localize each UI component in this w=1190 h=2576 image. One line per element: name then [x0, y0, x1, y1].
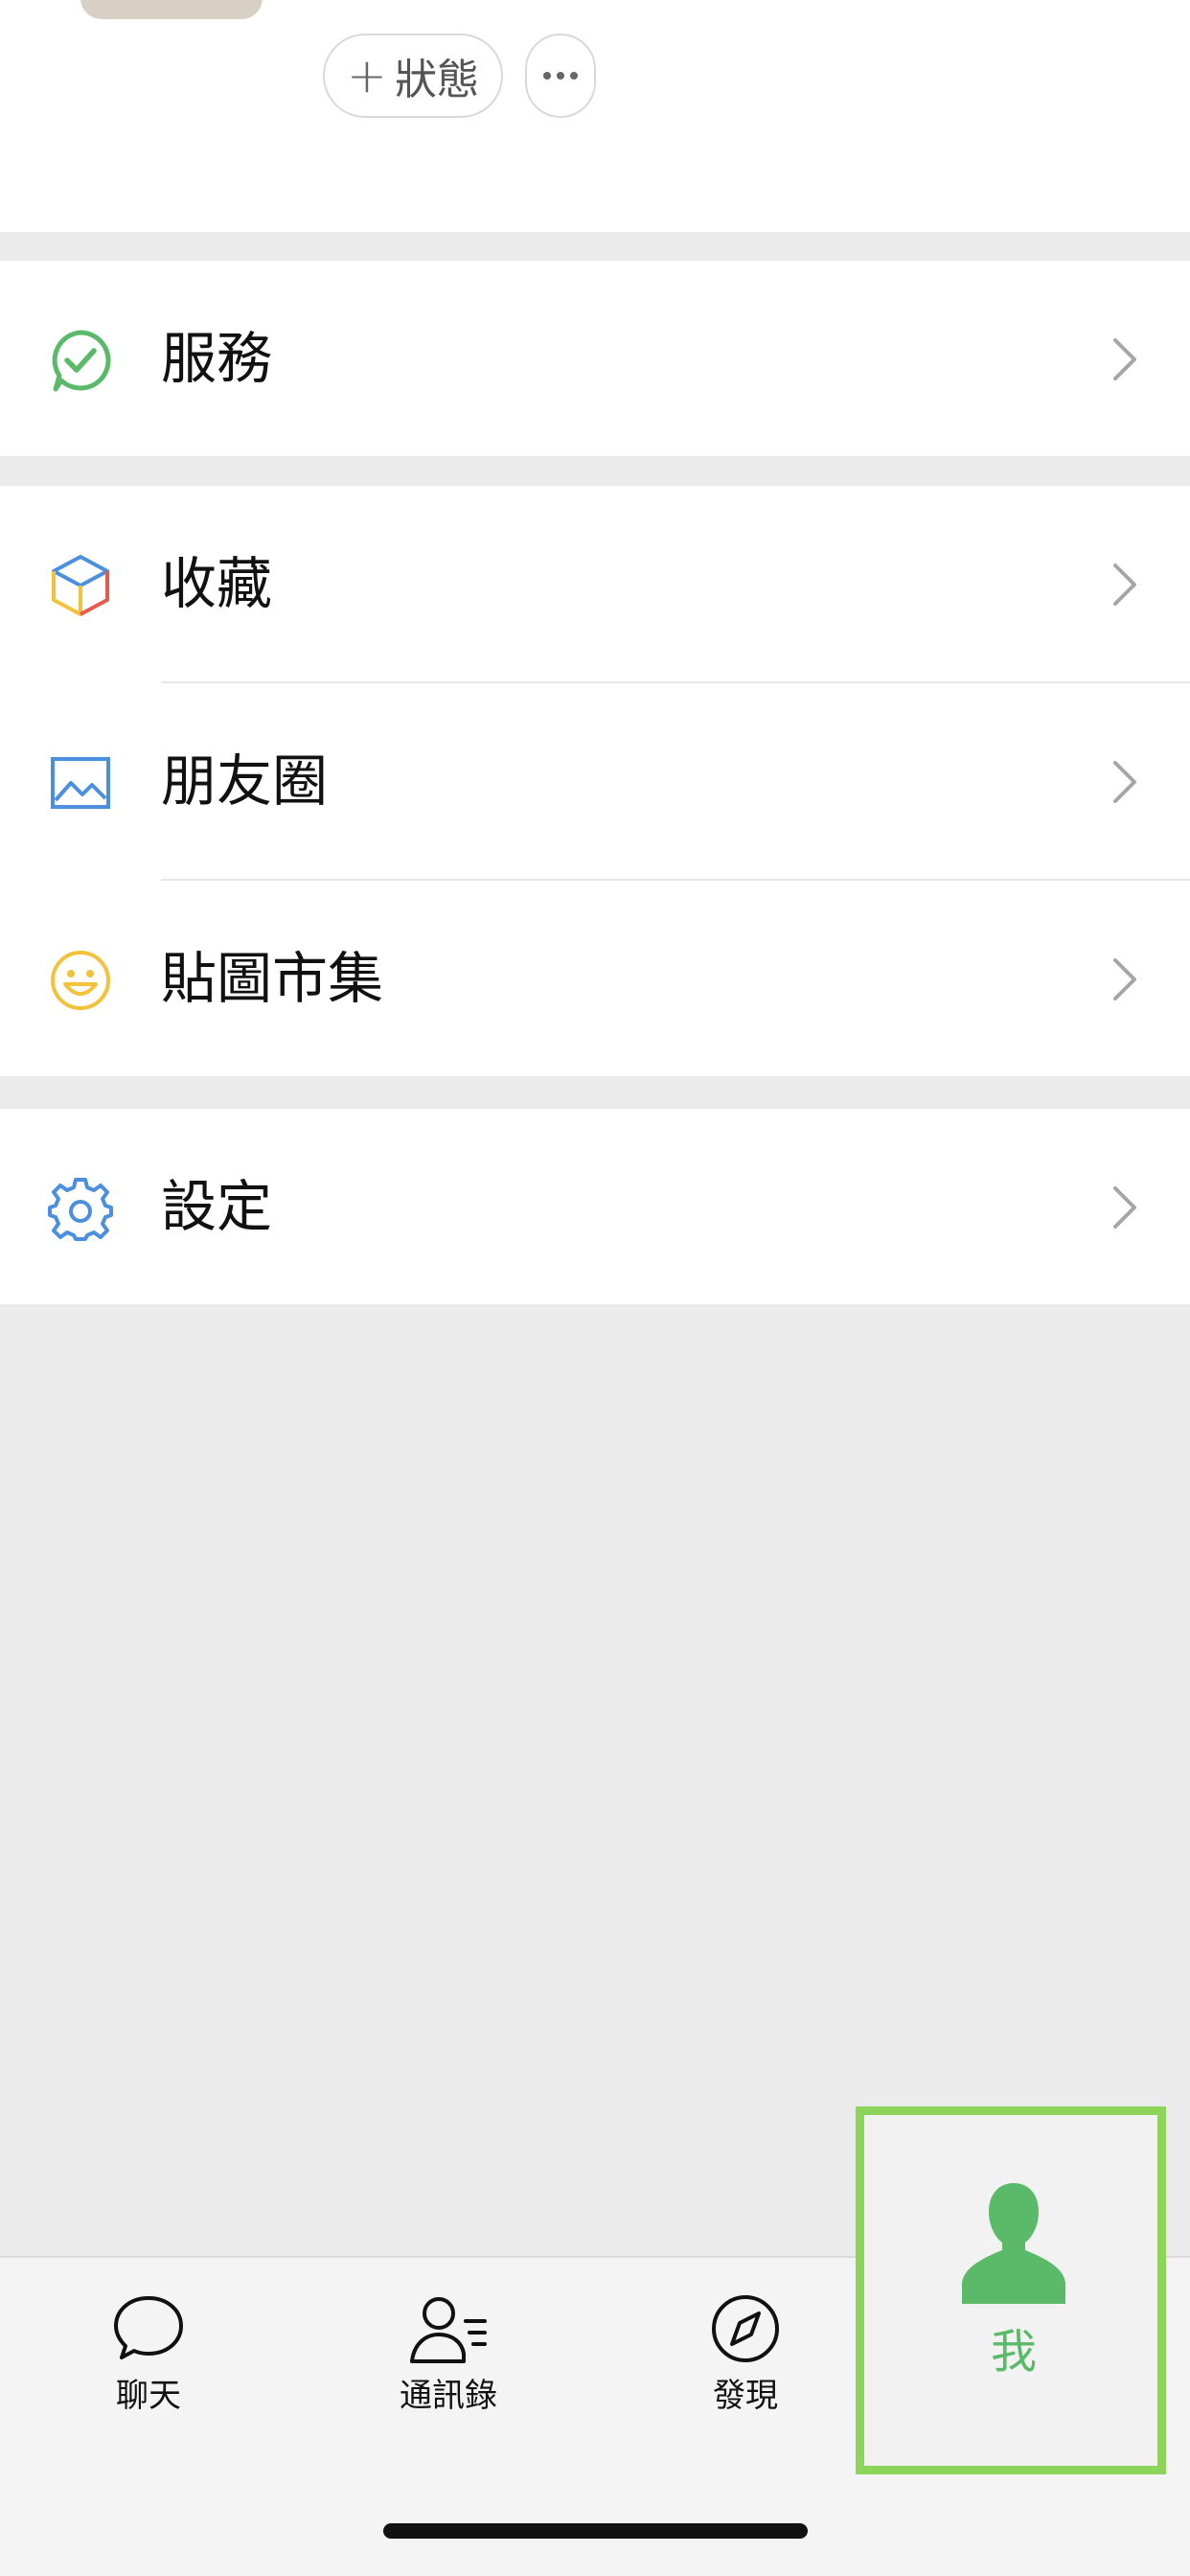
- tab-me[interactable]: 我: [942, 2175, 1086, 2380]
- image-icon: [51, 757, 110, 809]
- menu-item-favorites[interactable]: 收藏: [0, 486, 1190, 681]
- chevron-right-icon: [1113, 958, 1136, 1000]
- menu-item-settings[interactable]: 設定: [0, 1109, 1190, 1304]
- menu-item-label: 朋友圈: [161, 748, 329, 814]
- chevron-right-icon: [1113, 338, 1136, 380]
- ellipsis-dot: [557, 72, 564, 80]
- cube-icon: [52, 555, 109, 616]
- chat-bubble-icon: [114, 2296, 183, 2359]
- menu-item-stickers[interactable]: 貼圖市集: [0, 881, 1190, 1076]
- ellipsis-dot: [570, 72, 578, 80]
- menu-group-content: 收藏 朋友圈 貼圖市集: [0, 486, 1190, 1076]
- plus-icon: +: [347, 48, 387, 104]
- tab-label: 聊天: [116, 2377, 181, 2415]
- home-indicator: [383, 2523, 808, 2539]
- wechat-pay-check-icon: [52, 330, 111, 392]
- tab-label: 發現: [713, 2377, 778, 2415]
- chevron-right-icon: [1113, 761, 1136, 803]
- tab-contacts[interactable]: 通訊錄: [388, 2292, 509, 2416]
- menu-item-services[interactable]: 服務: [0, 261, 1190, 456]
- chevron-right-icon: [1113, 1186, 1136, 1229]
- status-button-label: 狀態: [394, 56, 479, 104]
- tab-label: 通訊錄: [400, 2377, 497, 2415]
- menu-item-label: 服務: [161, 326, 273, 391]
- tab-discover[interactable]: 發現: [688, 2292, 803, 2416]
- chevron-right-icon: [1113, 564, 1136, 606]
- smiley-icon: [51, 951, 110, 1010]
- menu-item-label: 貼圖市集: [161, 946, 384, 1011]
- avatar[interactable]: [80, 0, 263, 19]
- menu-group-services: 服務: [0, 261, 1190, 456]
- tab-label: 我: [990, 2325, 1037, 2379]
- compass-icon: [712, 2295, 779, 2362]
- more-button[interactable]: [525, 34, 596, 118]
- menu-item-moments[interactable]: 朋友圈: [0, 683, 1190, 879]
- tab-chats[interactable]: 聊天: [91, 2292, 206, 2416]
- ellipsis-icon: [543, 72, 551, 80]
- gear-icon: [48, 1178, 113, 1241]
- menu-item-label: 設定: [161, 1174, 273, 1239]
- add-status-button[interactable]: + 狀態: [323, 34, 503, 118]
- menu-group-settings: 設定: [0, 1109, 1190, 1304]
- profile-card: + 狀態: [0, 0, 1190, 232]
- person-icon: [962, 2183, 1065, 2304]
- contacts-icon: [410, 2297, 487, 2363]
- menu-item-label: 收藏: [161, 551, 273, 616]
